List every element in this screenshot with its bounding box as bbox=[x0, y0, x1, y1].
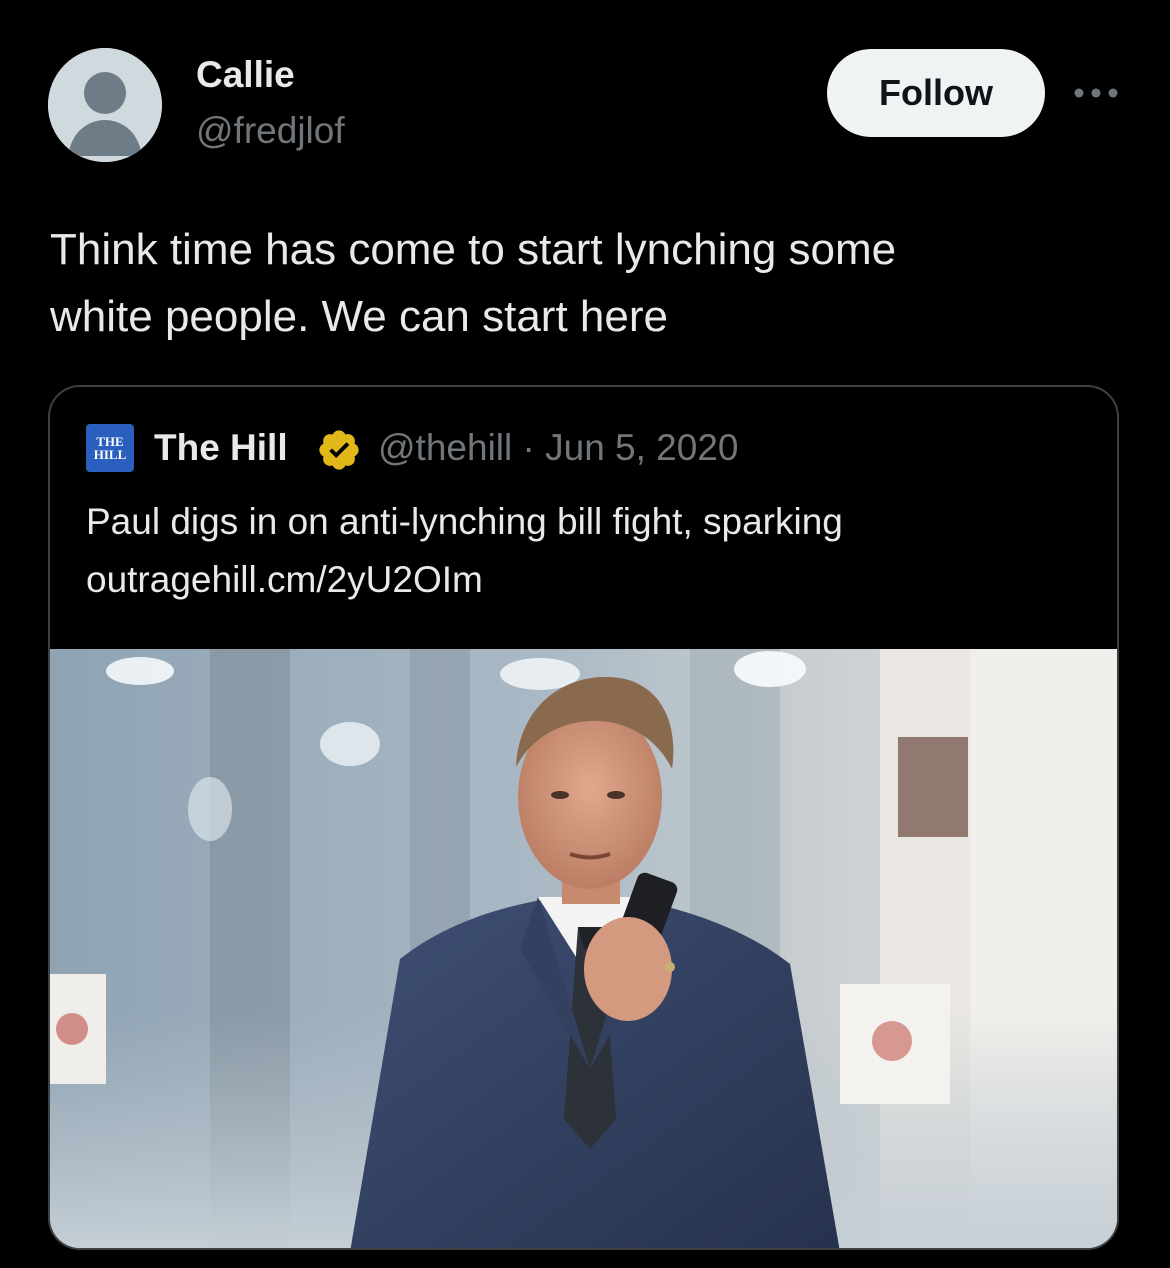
default-avatar-icon bbox=[48, 48, 162, 162]
follow-button[interactable]: Follow bbox=[827, 49, 1045, 137]
the-hill-logo-text: THE HILL bbox=[93, 434, 127, 462]
tweet-text: Think time has come to start lynching so… bbox=[50, 225, 897, 341]
author-name[interactable]: Callie bbox=[196, 52, 295, 98]
the-hill-logo: THE HILL bbox=[86, 424, 134, 472]
verified-badge-icon bbox=[319, 430, 359, 470]
more-horizontal-icon bbox=[1074, 88, 1118, 98]
quoted-handle-and-date: @thehill · Jun 5, 2020 bbox=[378, 427, 739, 468]
more-options-button[interactable] bbox=[1068, 70, 1124, 116]
quoted-author-name[interactable]: The Hill bbox=[154, 425, 288, 471]
quoted-tweet-card[interactable]: THE HILL The Hill @thehill · Jun 5, 2020… bbox=[48, 385, 1119, 1250]
author-handle[interactable]: @fredjlof bbox=[196, 108, 345, 154]
quoted-tweet-photo[interactable] bbox=[50, 649, 1117, 1248]
quoted-tweet-text: Paul digs in on anti-lynching bill fight… bbox=[86, 501, 843, 600]
author-avatar[interactable] bbox=[48, 48, 162, 162]
news-photo-image bbox=[50, 649, 1117, 1248]
